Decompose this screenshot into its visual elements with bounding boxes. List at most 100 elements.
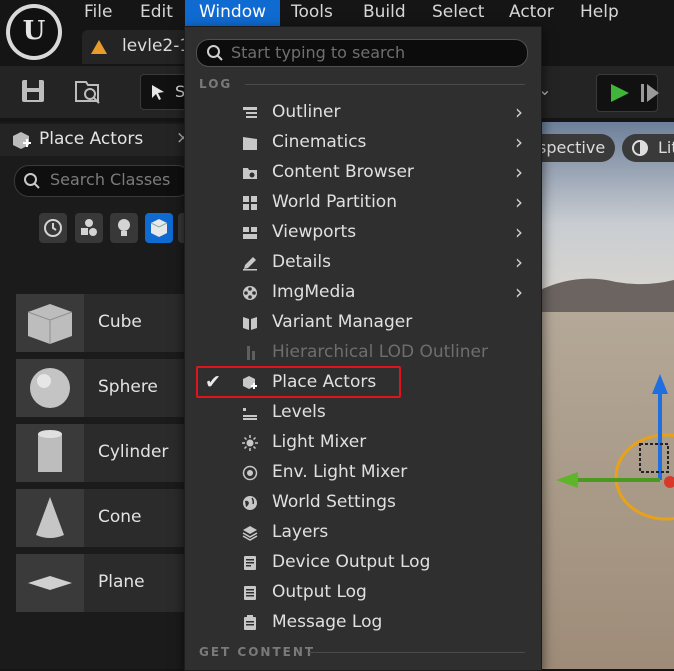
actor-label: Cube [98, 312, 142, 332]
actor-row-cube[interactable]: Cube [16, 294, 190, 352]
unreal-logo-icon[interactable]: U [6, 4, 62, 60]
menu-item-label: Message Log [272, 612, 383, 632]
place-actors-highlight [196, 366, 401, 398]
search-classes-placeholder: Search Classes [50, 170, 171, 189]
actor-label: Cone [98, 507, 142, 527]
actor-row-cone[interactable]: Cone [16, 489, 190, 547]
actor-row-cylinder[interactable]: Cylinder [16, 424, 190, 482]
env-light-icon [242, 465, 258, 481]
level-warning-icon [91, 40, 107, 54]
mode-selector-button[interactable]: S [140, 74, 188, 110]
actor-label: Plane [98, 572, 145, 592]
play-button[interactable] [596, 74, 659, 112]
film-reel-icon [243, 286, 257, 300]
menu-item-cinematics[interactable]: Cinematics › [185, 128, 541, 158]
level-tab[interactable]: levle2-1 [82, 30, 192, 64]
shapes-icon [81, 219, 97, 236]
search-classes-input[interactable]: Search Classes [14, 165, 192, 197]
menu-actor[interactable]: Actor [509, 0, 554, 26]
menu-build[interactable]: Build [363, 0, 406, 26]
actor-row-plane[interactable]: Plane [16, 554, 190, 612]
menu-item-label: Levels [272, 402, 326, 422]
grid-icon [243, 196, 257, 210]
menu-item-light-mixer[interactable]: Light Mixer [185, 428, 541, 458]
logo-letter: U [22, 16, 46, 46]
variant-icon [243, 317, 257, 330]
menu-item-label: Env. Light Mixer [272, 462, 408, 482]
recent-filter-button[interactable] [39, 213, 67, 243]
outliner-icon [243, 107, 257, 118]
menu-item-details[interactable]: Details › [185, 248, 541, 278]
levels-icon [243, 408, 257, 420]
menu-item-label: Light Mixer [272, 432, 367, 452]
menu-item-device-output-log[interactable]: Device Output Log [185, 548, 541, 578]
clock-icon [44, 219, 62, 237]
menu-window[interactable]: Window [185, 0, 281, 26]
viewport-icon [243, 227, 257, 239]
chevron-right-icon: › [515, 190, 523, 214]
lights-filter-button[interactable] [110, 213, 138, 243]
cube-icon [150, 219, 168, 237]
menu-item-imgmedia[interactable]: ImgMedia › [185, 278, 541, 308]
browse-content-icon[interactable] [72, 76, 102, 106]
sphere-thumbnail-icon [16, 359, 84, 417]
menu-item-hlod-outliner: Hierarchical LOD Outliner [185, 338, 541, 368]
menu-bar: File Edit Window Tools Build Select Acto… [0, 0, 674, 26]
menu-item-layers[interactable]: Layers [185, 518, 541, 548]
menu-item-content-browser[interactable]: Content Browser › [185, 158, 541, 188]
menu-item-world-partition[interactable]: World Partition › [185, 188, 541, 218]
level-viewport[interactable] [536, 122, 674, 669]
plane-thumbnail-icon [16, 554, 84, 612]
chevron-right-icon: › [515, 280, 523, 304]
menu-item-label: Device Output Log [272, 552, 431, 572]
menu-item-label: World Partition [272, 192, 397, 212]
menu-item-viewports[interactable]: Viewports › [185, 218, 541, 248]
message-log-icon [244, 615, 256, 630]
shapes-filter-button[interactable] [75, 213, 103, 243]
place-actors-header: Place Actors × [0, 124, 190, 156]
pencil-icon [243, 257, 257, 271]
menu-file[interactable]: File [84, 0, 112, 26]
menu-item-label: ImgMedia [272, 282, 356, 302]
chevron-right-icon: › [515, 220, 523, 244]
cylinder-thumbnail-icon [16, 424, 84, 482]
section-log-title: LOG [199, 77, 233, 91]
menu-item-output-log[interactable]: Output Log [185, 578, 541, 608]
lit-view-button[interactable]: Lit [622, 134, 674, 162]
basic-filter-button[interactable] [145, 213, 173, 243]
light-icon [242, 435, 258, 451]
menu-item-env-light-mixer[interactable]: Env. Light Mixer [185, 458, 541, 488]
section-divider [309, 652, 525, 653]
lit-sphere-icon [632, 140, 648, 156]
actor-label: Sphere [98, 377, 158, 397]
menu-item-world-settings[interactable]: World Settings [185, 488, 541, 518]
output-log-icon [244, 586, 256, 600]
layers-icon [242, 526, 258, 541]
menu-item-outliner[interactable]: Outliner › [185, 98, 541, 128]
lightbulb-icon [118, 219, 130, 236]
menu-item-label: Content Browser [272, 162, 414, 182]
menu-item-variant-manager[interactable]: Variant Manager [185, 308, 541, 338]
menu-edit[interactable]: Edit [140, 0, 173, 26]
actor-row-sphere[interactable]: Sphere [16, 359, 190, 417]
menu-search-input[interactable]: Start typing to search [196, 39, 528, 67]
save-icon[interactable] [18, 76, 48, 106]
section-get-content-title: GET CONTENT [199, 645, 316, 659]
menu-item-label: World Settings [272, 492, 396, 512]
chevron-right-icon: › [515, 160, 523, 184]
place-actors-header-icon [13, 132, 31, 149]
menu-select[interactable]: Select [432, 0, 484, 26]
select-mode-icon [152, 85, 164, 100]
actor-label: Cylinder [98, 442, 169, 462]
menu-help[interactable]: Help [580, 0, 619, 26]
menu-item-label: Viewports [272, 222, 357, 242]
menu-item-label: Outliner [272, 102, 341, 122]
chevron-right-icon: › [515, 100, 523, 124]
hlod-icon [247, 346, 255, 360]
chevron-right-icon: › [515, 250, 523, 274]
window-menu-dropdown: Start typing to search LOG Outliner › Ci… [184, 26, 542, 671]
lit-label: Lit [658, 138, 674, 157]
menu-item-levels[interactable]: Levels [185, 398, 541, 428]
menu-tools[interactable]: Tools [291, 0, 333, 26]
menu-item-message-log[interactable]: Message Log [185, 608, 541, 638]
